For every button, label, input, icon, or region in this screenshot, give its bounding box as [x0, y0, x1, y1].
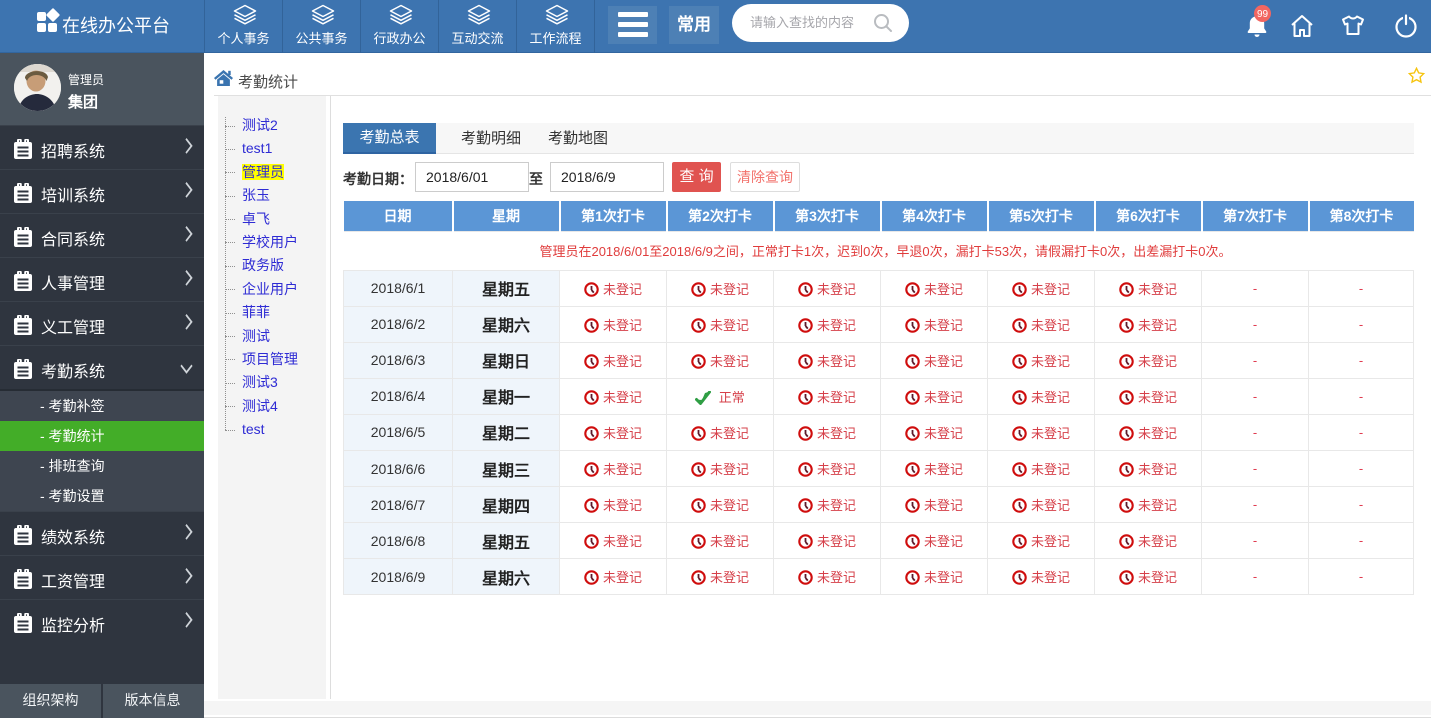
svg-text:99: 99: [1257, 9, 1269, 20]
